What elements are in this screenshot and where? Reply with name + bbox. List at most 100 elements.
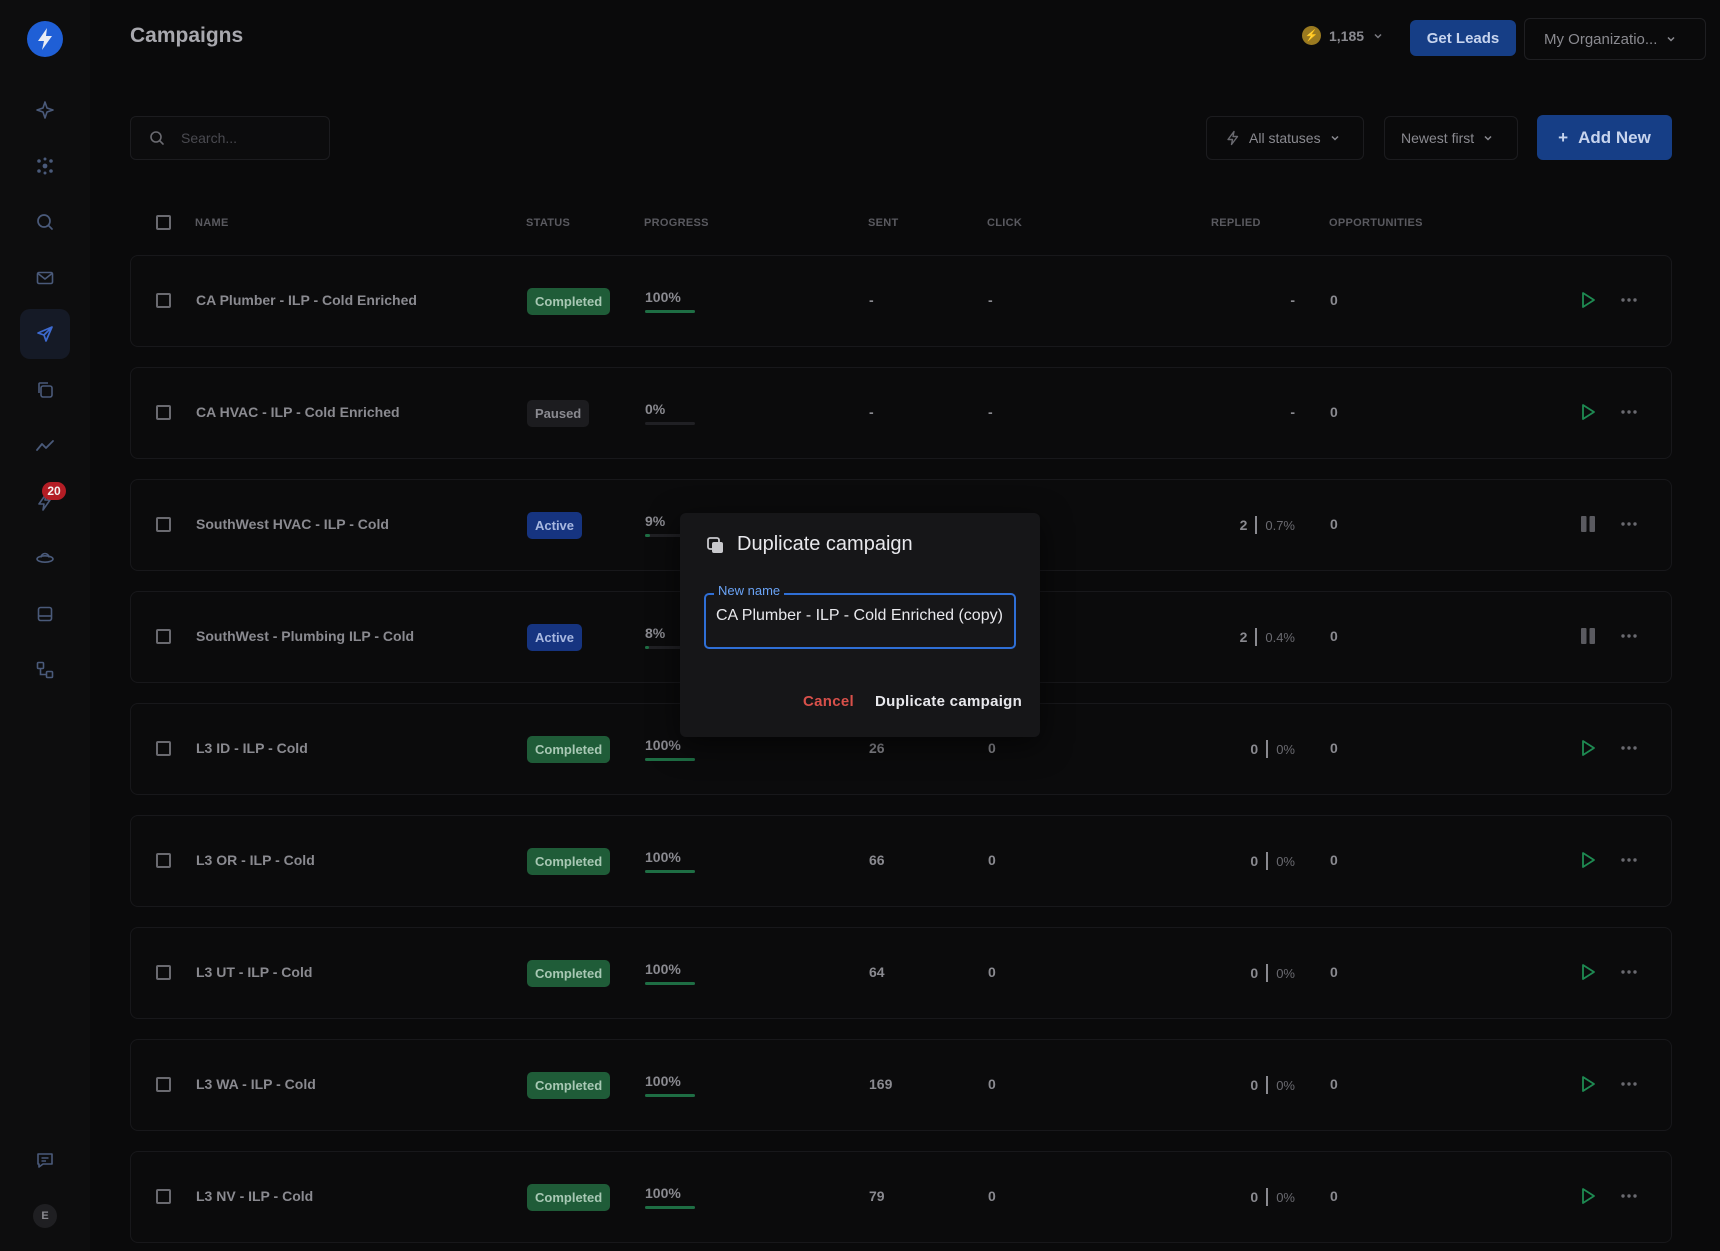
more-options-icon[interactable] [1619,1074,1639,1094]
nav-inbox[interactable] [20,589,70,639]
more-options-icon[interactable] [1619,738,1639,758]
click-value: - [988,292,993,308]
table-row[interactable]: L3 WA - ILP - Cold Completed 100% 169 0 0 0% 0 [130,1039,1672,1131]
play-icon[interactable] [1579,962,1597,982]
campaign-name[interactable]: CA Plumber - ILP - Cold Enriched [196,292,417,308]
table-row[interactable]: CA HVAC - ILP - Cold Enriched Paused 0% - - -… [130,367,1672,459]
column-header-click[interactable]: CLICK [987,217,1022,229]
nav-network[interactable] [20,141,70,191]
row-checkbox[interactable] [156,1077,171,1092]
table-row[interactable]: L3 NV - ILP - Cold Completed 100% 79 0 0 0% 0 [130,1151,1672,1243]
sort-label: Newest first [1401,130,1475,146]
row-checkbox[interactable] [156,517,171,532]
more-options-icon[interactable] [1619,1186,1639,1206]
play-icon[interactable] [1579,1074,1597,1094]
row-checkbox[interactable] [156,853,171,868]
column-header-sent[interactable]: SENT [868,217,899,229]
duplicate-campaign-button[interactable]: Duplicate campaign [875,693,1022,710]
copy-icon [38,382,53,398]
organization-select[interactable]: My Organizatio... [1524,18,1706,60]
campaign-name[interactable]: SouthWest HVAC - ILP - Cold [196,516,389,532]
notification-badge: 20 [42,482,66,500]
more-options-icon[interactable] [1619,626,1639,646]
new-name-input[interactable] [716,607,1006,625]
sort-select[interactable]: Newest first [1384,116,1518,160]
replied-percent: 0% [1276,1189,1295,1205]
sent-value: 79 [869,1188,885,1204]
progress-bar [645,758,695,761]
pause-icon[interactable] [1579,626,1597,646]
column-header-progress[interactable]: PROGRESS [644,217,709,229]
select-all-checkbox[interactable] [156,215,171,230]
nav-chat[interactable] [20,1135,70,1185]
table-row[interactable]: CA Plumber - ILP - Cold Enriched Complete… [130,255,1672,347]
table-row[interactable]: L3 UT - ILP - Cold Completed 100% 64 0 0 0% 0 [130,927,1672,1019]
column-header-name[interactable]: NAME [195,217,229,229]
replied-count: - [1290,292,1295,308]
row-checkbox[interactable] [156,405,171,420]
row-checkbox[interactable] [156,965,171,980]
credits-dropdown[interactable]: ⚡ 1,185 [1302,26,1384,45]
search-input[interactable] [181,130,311,146]
get-leads-button[interactable]: Get Leads [1410,20,1516,56]
row-checkbox[interactable] [156,1189,171,1204]
column-header-opportunities[interactable]: OPPORTUNITIES [1329,217,1423,229]
replied-value: - [1290,404,1295,420]
nav-explore[interactable] [20,533,70,583]
nav-templates[interactable] [20,365,70,415]
divider [1266,1188,1269,1206]
replied-percent: 0% [1276,741,1295,757]
status-badge: Active [527,624,583,651]
logo[interactable] [27,21,63,57]
row-checkbox[interactable] [156,741,171,756]
column-header-replied[interactable]: REPLIED [1211,217,1261,229]
replied-count: 2 [1239,629,1248,645]
campaign-name[interactable]: L3 UT - ILP - Cold [196,964,312,980]
nav-mail[interactable] [20,253,70,303]
add-new-button[interactable]: + Add New [1537,115,1672,160]
progress-bar-fill [645,1094,695,1097]
play-icon[interactable] [1579,850,1597,870]
campaign-name[interactable]: CA HVAC - ILP - Cold Enriched [196,404,400,420]
campaign-name[interactable]: L3 ID - ILP - Cold [196,740,308,756]
nav-campaigns[interactable] [20,309,70,359]
more-options-icon[interactable] [1619,850,1639,870]
status-badge: Completed [527,288,611,315]
chevron-down-icon [1667,36,1675,42]
play-icon[interactable] [1579,738,1597,758]
status-filter[interactable]: All statuses [1206,116,1364,160]
cancel-button[interactable]: Cancel [803,693,854,710]
avatar[interactable]: E [33,1204,57,1228]
divider [1266,740,1269,758]
campaign-name[interactable]: SouthWest - Plumbing ILP - Cold [196,628,414,644]
replied-percent: 0% [1276,1077,1295,1093]
nav-analytics[interactable] [20,421,70,471]
campaign-name[interactable]: L3 NV - ILP - Cold [196,1188,313,1204]
row-checkbox[interactable] [156,293,171,308]
nav-search[interactable] [20,197,70,247]
progress-value: 9% [645,513,666,529]
duplicate-campaign-dialog: Duplicate campaign New name Cancel Dupli… [680,513,1040,737]
coin-icon: ⚡ [1302,26,1321,45]
more-options-icon[interactable] [1619,514,1639,534]
organization-label: My Organizatio... [1544,30,1658,48]
pause-icon[interactable] [1579,514,1597,534]
progress-bar [645,1206,695,1209]
sent-value: - [869,292,874,308]
table-row[interactable]: L3 OR - ILP - Cold Completed 100% 66 0 0 0% 0 [130,815,1672,907]
more-options-icon[interactable] [1619,402,1639,422]
opportunities-value: 0 [1330,516,1338,532]
nav-workflows[interactable] [20,645,70,695]
play-icon[interactable] [1579,1186,1597,1206]
campaign-name[interactable]: L3 WA - ILP - Cold [196,1076,316,1092]
play-icon[interactable] [1579,402,1597,422]
row-checkbox[interactable] [156,629,171,644]
progress-value: 100% [645,1073,681,1089]
more-options-icon[interactable] [1619,290,1639,310]
nav-ai-icon[interactable] [20,85,70,135]
progress-value: 100% [645,737,681,753]
play-icon[interactable] [1579,290,1597,310]
column-header-status[interactable]: STATUS [526,217,570,229]
more-options-icon[interactable] [1619,962,1639,982]
campaign-name[interactable]: L3 OR - ILP - Cold [196,852,315,868]
